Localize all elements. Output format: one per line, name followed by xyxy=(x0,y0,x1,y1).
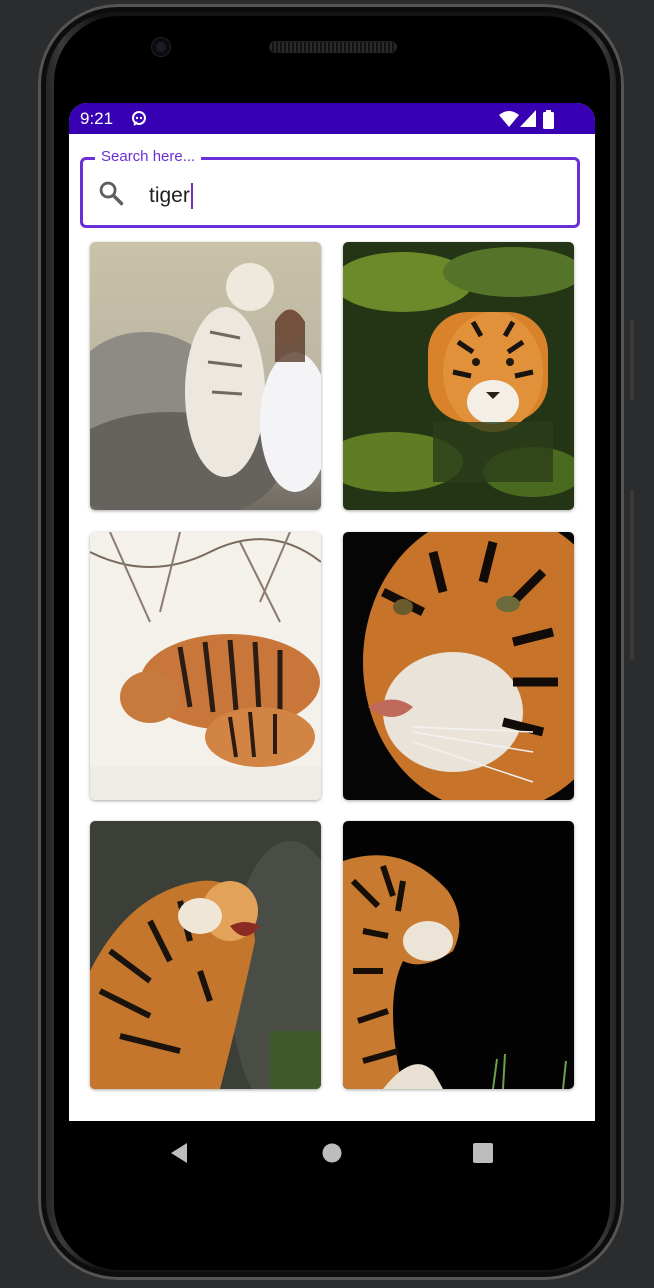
wifi-icon xyxy=(499,111,519,127)
back-button[interactable] xyxy=(169,1142,189,1164)
status-bar: 9:21 xyxy=(69,103,595,134)
recents-button[interactable] xyxy=(473,1143,493,1163)
tiger-face-image xyxy=(343,532,574,800)
earpiece-speaker xyxy=(270,42,396,52)
tiger-profile-image xyxy=(343,821,574,1089)
result-image-white-tiger[interactable] xyxy=(90,242,321,510)
front-camera xyxy=(152,38,170,56)
result-image-tigress-cub[interactable] xyxy=(90,532,321,800)
roaring-tiger-image xyxy=(90,821,321,1089)
search-label: Search here... xyxy=(95,148,202,165)
tiger-water-image xyxy=(343,242,574,510)
volume-button xyxy=(630,320,634,400)
tigress-cub-image xyxy=(90,532,321,800)
white-tiger-image xyxy=(90,242,321,510)
result-image-tiger-profile[interactable] xyxy=(343,821,574,1089)
result-image-tiger-water[interactable] xyxy=(343,242,574,510)
result-image-tiger-face[interactable] xyxy=(343,532,574,800)
result-image-roaring-tiger[interactable] xyxy=(90,821,321,1089)
notification-icon xyxy=(132,111,146,126)
app-screen: 9:21 Search here... tiger xyxy=(69,103,595,1121)
search-icon xyxy=(99,181,124,206)
home-button[interactable] xyxy=(322,1143,342,1163)
cell-signal-icon xyxy=(520,110,536,127)
search-input[interactable]: tiger xyxy=(149,183,193,209)
status-icons xyxy=(499,110,559,129)
system-nav-bar xyxy=(69,1121,595,1191)
status-time: 9:21 xyxy=(80,109,114,128)
power-button xyxy=(630,490,634,660)
battery-icon xyxy=(543,110,554,129)
